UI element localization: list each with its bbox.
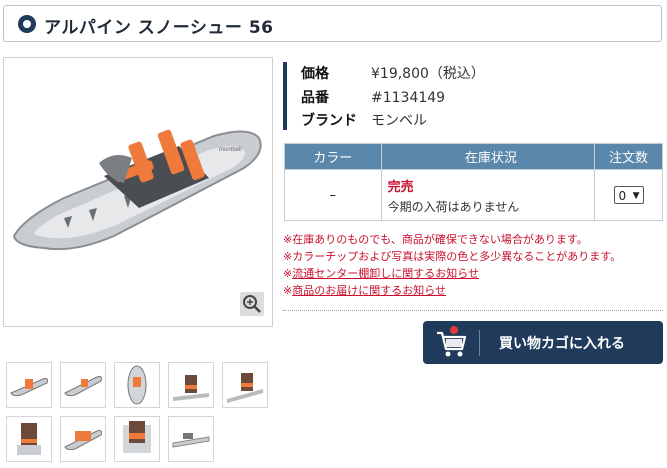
notice-stock: ※在庫ありのものでも、商品が確保できない場合があります。 — [283, 233, 588, 246]
brand-row: ブランド モンベル — [301, 110, 427, 130]
quantity-select[interactable]: 0 ▼ — [613, 186, 644, 204]
thumbnail-1[interactable] — [6, 362, 52, 408]
thumbnail-3[interactable] — [114, 362, 160, 408]
product-title: アルパイン スノーシュー 56 — [44, 18, 274, 38]
notice-inventory: ※流通センター棚卸しに関するお知らせ — [283, 267, 479, 280]
delivery-notice-link[interactable]: 商品のお届けに関するお知らせ — [292, 284, 446, 297]
sku-value: #1134149 — [371, 90, 446, 106]
thumbnail-6[interactable] — [6, 416, 52, 462]
product-title-bar: アルパイン スノーシュー 56 — [3, 5, 662, 42]
thumbnail-8[interactable] — [114, 416, 160, 462]
sku-label: 品番 — [301, 90, 329, 106]
stock-table: カラー 在庫状況 注文数 – 完売 今期の入荷はありません 0 ▼ — [284, 143, 663, 221]
cart-icon — [423, 321, 479, 364]
product-spec: 価格 ¥19,800（税込） 品番 #1134149 ブランド モンベル — [283, 62, 663, 130]
cart-label: 買い物カゴに入れる — [499, 336, 625, 352]
header-color: カラー — [284, 143, 382, 170]
thumbnail-5[interactable] — [222, 362, 268, 408]
qty-cell: 0 ▼ — [594, 169, 663, 221]
brand-label: ブランド — [301, 113, 357, 129]
divider — [283, 310, 663, 311]
svg-text:montbell: montbell — [219, 147, 242, 153]
thumbnail-4[interactable] — [168, 362, 214, 408]
chevron-down-icon: ▼ — [632, 191, 640, 201]
price-value: ¥19,800（税込） — [371, 66, 485, 82]
notice-color: ※カラーチップおよび写真は実際の色と多少異なることがあります。 — [283, 250, 622, 263]
brand-value: モンベル — [371, 113, 427, 129]
add-to-cart-button[interactable]: 買い物カゴに入れる — [423, 321, 663, 364]
main-product-image[interactable]: montbell — [3, 57, 273, 327]
snowshoe-illustration: montbell — [12, 129, 262, 251]
header-stock: 在庫状況 — [380, 143, 596, 170]
header-qty: 注文数 — [594, 143, 663, 170]
price-label: 価格 — [301, 66, 329, 82]
notice-delivery: ※商品のお届けに関するお知らせ — [283, 284, 446, 297]
cart-divider — [479, 330, 480, 356]
status-note: 今期の入荷はありません — [387, 199, 520, 214]
thumbnail-7[interactable] — [60, 416, 106, 462]
inventory-notice-link[interactable]: 流通センター棚卸しに関するお知らせ — [292, 267, 479, 280]
thumbnail-9[interactable] — [168, 416, 214, 462]
color-cell: – — [284, 169, 382, 221]
status-badge: 完売 — [387, 179, 414, 195]
thumbnail-2[interactable] — [60, 362, 106, 408]
stock-cell: 完売 今期の入荷はありません — [380, 169, 596, 221]
notice-list: ※在庫ありのものでも、商品が確保できない場合があります。 ※カラーチップおよび写… — [283, 231, 663, 299]
price-row: 価格 ¥19,800（税込） — [301, 63, 485, 83]
quantity-value: 0 — [618, 189, 627, 203]
sku-row: 品番 #1134149 — [301, 87, 445, 107]
zoom-in-icon[interactable] — [240, 292, 264, 316]
table-row: – 完売 今期の入荷はありません 0 ▼ — [284, 169, 663, 221]
radio-dot-icon — [18, 15, 36, 33]
